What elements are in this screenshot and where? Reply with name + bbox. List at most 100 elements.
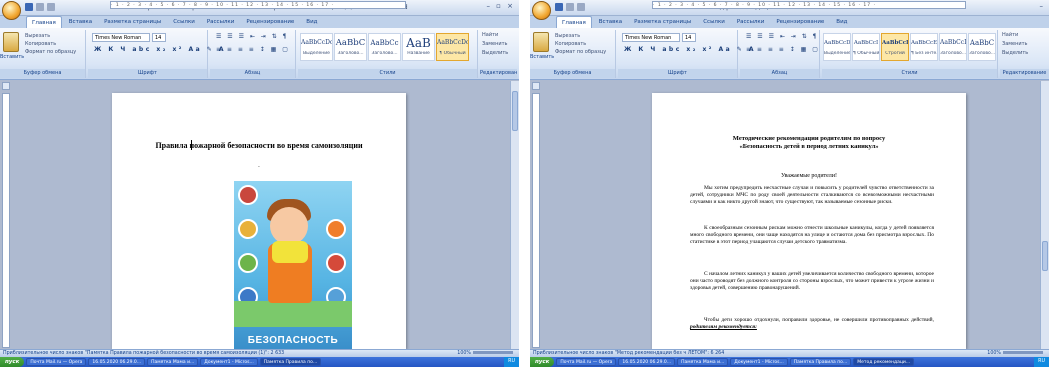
style-normal[interactable]: AaBbCcDc ¶ Обычный bbox=[436, 33, 469, 61]
office-button[interactable] bbox=[532, 1, 551, 20]
ruler-toggle[interactable] bbox=[532, 82, 540, 90]
system-tray[interactable]: RU bbox=[1034, 357, 1049, 367]
start-button[interactable]: пуск bbox=[530, 357, 555, 367]
zoom-control[interactable]: 100% bbox=[987, 350, 1045, 357]
document-page[interactable]: Методические рекомендации родителям по в… bbox=[652, 93, 966, 349]
select-button[interactable]: Выделить bbox=[1002, 50, 1028, 56]
style-heading-1[interactable]: AaBbC Заголово... bbox=[334, 33, 367, 61]
tab-page-layout[interactable]: Разметка страницы bbox=[629, 16, 696, 28]
paste-button[interactable]: Вставить bbox=[0, 54, 24, 60]
style-title[interactable]: AaB Название bbox=[402, 33, 435, 61]
vertical-scrollbar[interactable] bbox=[1040, 81, 1049, 349]
tab-review[interactable]: Рецензирование bbox=[241, 16, 299, 28]
taskbar-item-word-method[interactable]: Метод рекомендаци... bbox=[853, 358, 915, 366]
taskbar-item-word-doc1[interactable]: Документ1 - Micros... bbox=[730, 358, 788, 366]
word-count-status[interactable]: Приблизительное число знаков "Памятка Пр… bbox=[3, 351, 284, 356]
style-heading-2[interactable]: AaBbCc Заголово... bbox=[368, 33, 401, 61]
replace-button[interactable]: Заменить bbox=[482, 41, 508, 47]
find-button[interactable]: Найти bbox=[1002, 32, 1018, 38]
zoom-slider[interactable] bbox=[473, 351, 513, 354]
taskbar-item-folder[interactable]: 16.05.2020 06.29.0... bbox=[618, 358, 676, 366]
tab-mailings[interactable]: Рассылки bbox=[202, 16, 240, 28]
format-painter-button[interactable]: Формат по образцу bbox=[555, 49, 606, 55]
document-page[interactable]: Правила пожарной безопасности во время с… bbox=[112, 93, 406, 349]
vertical-ruler[interactable] bbox=[532, 93, 540, 348]
paste-icon[interactable] bbox=[3, 32, 19, 52]
taskbar-item-word-memo[interactable]: Памятка Мама и... bbox=[147, 358, 199, 366]
font-size-select[interactable]: 14 bbox=[682, 33, 696, 42]
list-buttons[interactable]: ☰ ☰ ☰ ⇤ ⇥ ⇅ ¶ bbox=[746, 33, 818, 40]
list-buttons[interactable]: ☰ ☰ ☰ ⇤ ⇥ ⇅ ¶ bbox=[216, 33, 288, 40]
ruler-toggle[interactable] bbox=[2, 82, 10, 90]
horizontal-ruler[interactable]: · 1 · 2 · 3 · 4 · 5 · 6 · 7 · 8 · 9 · 10… bbox=[652, 1, 966, 9]
taskbar-item-opera[interactable]: Почта Mail.ru — Opera bbox=[26, 358, 87, 366]
tab-page-layout[interactable]: Разметка страницы bbox=[99, 16, 166, 28]
poster-circle-icon bbox=[238, 185, 258, 205]
horizontal-ruler[interactable]: · 1 · 2 · 3 · 4 · 5 · 6 · 7 · 8 · 9 · 10… bbox=[110, 1, 406, 9]
start-button[interactable]: пуск bbox=[0, 357, 25, 367]
paste-icon[interactable] bbox=[533, 32, 549, 52]
vertical-scrollbar[interactable] bbox=[510, 81, 519, 349]
quick-access-toolbar bbox=[25, 3, 55, 11]
redo-icon[interactable] bbox=[47, 3, 55, 11]
format-painter-button[interactable]: Формат по образцу bbox=[25, 49, 76, 55]
save-icon[interactable] bbox=[555, 3, 563, 11]
scroll-thumb[interactable] bbox=[1042, 241, 1048, 271]
tab-review[interactable]: Рецензирование bbox=[771, 16, 829, 28]
window-controls[interactable]: – bbox=[1040, 2, 1046, 10]
style-heading-1[interactable]: AaBbCcI Заголово... bbox=[939, 33, 967, 61]
zoom-slider[interactable] bbox=[1003, 351, 1043, 354]
taskbar-item-folder[interactable]: 16.05.2020 06.29.0... bbox=[88, 358, 146, 366]
font-name-select[interactable]: Times New Roman bbox=[92, 33, 150, 42]
style-heading-2[interactable]: AaBbC Заголово... bbox=[968, 33, 996, 61]
taskbar-item-word-rules[interactable]: Памятка Правила по... bbox=[789, 358, 852, 366]
align-buttons[interactable]: ≡ ≡ ≡ ≡ ↕ ▦ ▢ bbox=[216, 46, 290, 53]
cut-button[interactable]: Вырезать bbox=[555, 33, 580, 39]
paste-button[interactable]: Вставить bbox=[530, 54, 554, 60]
redo-icon[interactable] bbox=[577, 3, 585, 11]
scroll-thumb[interactable] bbox=[512, 91, 518, 131]
tab-references[interactable]: Ссылки bbox=[698, 16, 730, 28]
tab-view[interactable]: Вид bbox=[831, 16, 852, 28]
tab-insert[interactable]: Вставка bbox=[594, 16, 627, 28]
replace-button[interactable]: Заменить bbox=[1002, 41, 1028, 47]
title-line-1: Методические рекомендации родителям по в… bbox=[732, 135, 886, 142]
tab-references[interactable]: Ссылки bbox=[168, 16, 200, 28]
font-format-buttons[interactable]: Ж К Ч abc x₂ x² Aa ✎ A bbox=[624, 46, 756, 53]
select-button[interactable]: Выделить bbox=[482, 50, 508, 56]
style-emphasis[interactable]: AaBbCcDc Выделение bbox=[300, 33, 333, 61]
style-emphasis[interactable]: AaBbCcD Выделение bbox=[823, 33, 851, 61]
tab-mailings[interactable]: Рассылки bbox=[732, 16, 770, 28]
zoom-control[interactable]: 100% bbox=[457, 350, 515, 357]
vertical-ruler[interactable] bbox=[2, 93, 10, 348]
taskbar-item-opera[interactable]: Почта Mail.ru — Opera bbox=[556, 358, 617, 366]
style-no-spacing[interactable]: AaBbCcE¶ Без инте... bbox=[910, 33, 938, 61]
style-strong[interactable]: AaBbCcI Строгий bbox=[881, 33, 909, 61]
font-name-select[interactable]: Times New Roman bbox=[622, 33, 680, 42]
office-button[interactable] bbox=[2, 1, 21, 20]
taskbar-item-word-rules[interactable]: Памятка Правила по... bbox=[259, 358, 322, 366]
tab-home[interactable]: Главная bbox=[26, 16, 62, 28]
align-buttons[interactable]: ≡ ≡ ≡ ≡ ↕ ▦ ▢ bbox=[746, 46, 820, 53]
undo-icon[interactable] bbox=[36, 3, 44, 11]
tab-view[interactable]: Вид bbox=[301, 16, 322, 28]
font-format-buttons[interactable]: Ж К Ч abc x₂ x² Aa ✎ A bbox=[94, 46, 226, 53]
copy-button[interactable]: Копировать bbox=[25, 41, 56, 47]
find-button[interactable]: Найти bbox=[482, 32, 498, 38]
undo-icon[interactable] bbox=[566, 3, 574, 11]
styles-group-label: Стили bbox=[298, 69, 477, 78]
taskbar-item-word-memo[interactable]: Памятка Мама и... bbox=[677, 358, 729, 366]
window-controls[interactable]: – ▫ × bbox=[486, 2, 515, 10]
cut-button[interactable]: Вырезать bbox=[25, 33, 50, 39]
system-tray[interactable]: RU bbox=[504, 357, 519, 367]
save-icon[interactable] bbox=[25, 3, 33, 11]
style-normal[interactable]: AaBbCcI ¶ Обычный bbox=[852, 33, 880, 61]
taskbar-item-word-doc1[interactable]: Документ1 - Micros... bbox=[200, 358, 258, 366]
word-count-status[interactable]: Приблизительное число знаков "Метод реко… bbox=[533, 351, 724, 356]
zoom-level: 100% bbox=[987, 351, 1001, 356]
font-size-select[interactable]: 14 bbox=[152, 33, 166, 42]
tab-insert[interactable]: Вставка bbox=[64, 16, 97, 28]
safety-poster-image: БЕЗОПАСНОСТЬ bbox=[234, 181, 352, 349]
tab-home[interactable]: Главная bbox=[556, 16, 592, 28]
copy-button[interactable]: Копировать bbox=[555, 41, 586, 47]
